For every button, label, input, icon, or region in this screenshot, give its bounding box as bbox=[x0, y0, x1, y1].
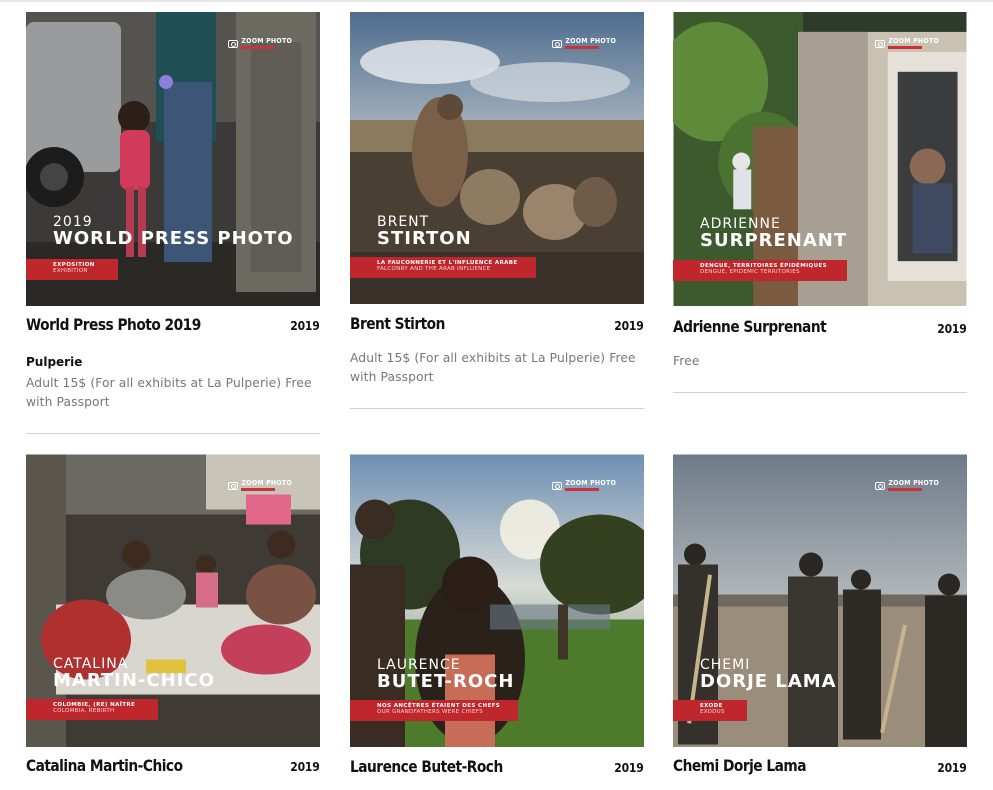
exhibit-year: 2019 bbox=[937, 322, 968, 336]
poster-band-english: FALCONRY AND THE ARAB INFLUENCE bbox=[377, 266, 491, 273]
exhibit-poster[interactable]: ZOOM PHOTO CATALINA MARTIN-CHICO COLOMBI… bbox=[26, 454, 320, 747]
poster-band-english: COLOMBIA, REBIRTH bbox=[53, 708, 115, 715]
poster-surname: BUTET-ROCH bbox=[377, 671, 515, 692]
poster-surname: MARTIN-CHICO bbox=[53, 670, 215, 691]
camera-icon bbox=[875, 39, 886, 48]
poster-subtitle-band: COLOMBIE, (RE) NAÎTRE COLOMBIA, REBIRTH bbox=[26, 699, 158, 720]
camera-icon bbox=[552, 481, 563, 490]
exhibit-price: Adult 15$ (For all exhibits at La Pulper… bbox=[350, 351, 636, 384]
camera-icon bbox=[228, 481, 239, 490]
poster-band-english: EXODUS bbox=[700, 709, 725, 716]
exhibit-title-link[interactable]: World Press Photo 2019 bbox=[26, 315, 201, 334]
logo-text: ZOOM PHOTO bbox=[888, 37, 939, 45]
exhibit-poster[interactable]: ZOOM PHOTO LAURENCE BUTET-ROCH NOS ANCÊT… bbox=[350, 454, 644, 747]
logo-text: ZOOM PHOTO bbox=[241, 37, 292, 45]
poster-subtitle-band: DENGUE, TERRITOIRES ÉPIDÉMIQUES DENGUE, … bbox=[673, 260, 847, 281]
logo-text: ZOOM PHOTO bbox=[888, 479, 939, 487]
poster-subtitle-band: EXODE EXODUS bbox=[673, 700, 747, 721]
poster-title: LAURENCE BUTET-ROCH bbox=[377, 658, 514, 693]
poster-band-english: OUR GRANDFATHERS WERE CHIEFS bbox=[377, 709, 483, 716]
poster-name: LAURENCE bbox=[377, 657, 461, 673]
logo-red-bar bbox=[241, 46, 276, 49]
logo-red-bar bbox=[565, 488, 600, 491]
exhibit-card: ZOOM PHOTO CATALINA MARTIN-CHICO COLOMBI… bbox=[26, 454, 320, 784]
poster-subtitle-band: LA FAUCONNERIE ET L'INFLUENCE ARABE FALC… bbox=[350, 257, 536, 278]
zoom-photo-logo: ZOOM PHOTO bbox=[875, 38, 939, 49]
poster-name: 2019 bbox=[53, 214, 93, 230]
camera-icon bbox=[552, 39, 563, 48]
exhibit-venue: Pulperie bbox=[26, 355, 83, 369]
exhibit-year: 2019 bbox=[290, 760, 321, 774]
camera-icon bbox=[875, 481, 886, 490]
poster-surname: SURPRENANT bbox=[700, 230, 848, 251]
poster-name: BRENT bbox=[377, 214, 430, 230]
exhibit-poster[interactable]: ZOOM PHOTO BRENT STIRTON LA FAUCONNERIE … bbox=[350, 12, 644, 304]
poster-name: ADRIENNE bbox=[700, 216, 781, 232]
poster-title: CATALINA MARTIN-CHICO bbox=[53, 657, 215, 692]
exhibit-title-link[interactable]: Laurence Butet-Roch bbox=[350, 757, 503, 776]
exhibit-price: Adult 15$ (For all exhibits at La Pulper… bbox=[26, 376, 312, 409]
poster-surname: WORLD PRESS PHOTO bbox=[53, 228, 294, 249]
zoom-photo-logo: ZOOM PHOTO bbox=[228, 38, 292, 49]
exhibit-poster[interactable]: ZOOM PHOTO ADRIENNE SURPRENANT DENGUE, T… bbox=[673, 12, 967, 307]
exhibit-card: ZOOM PHOTO ADRIENNE SURPRENANT DENGUE, T… bbox=[673, 12, 967, 394]
logo-text: ZOOM PHOTO bbox=[565, 479, 616, 487]
top-divider bbox=[0, 0, 993, 2]
zoom-photo-logo: ZOOM PHOTO bbox=[552, 38, 616, 49]
zoom-photo-logo: ZOOM PHOTO bbox=[875, 480, 939, 491]
exhibit-price: Free bbox=[673, 354, 700, 368]
logo-text: ZOOM PHOTO bbox=[241, 479, 292, 487]
exhibit-card: ZOOM PHOTO 2019 WORLD PRESS PHOTO EXPOSI… bbox=[26, 12, 320, 434]
poster-title: CHEMI DORJE LAMA bbox=[700, 658, 837, 693]
poster-surname: DORJE LAMA bbox=[700, 671, 837, 692]
exhibit-card: ZOOM PHOTO LAURENCE BUTET-ROCH NOS ANCÊT… bbox=[350, 454, 644, 784]
poster-name: CHEMI bbox=[700, 657, 751, 673]
poster-surname: STIRTON bbox=[377, 228, 472, 249]
exhibit-title-link[interactable]: Adrienne Surprenant bbox=[673, 317, 827, 336]
poster-subtitle-band: EXPOSITION EXHIBITION bbox=[26, 259, 118, 280]
exhibit-title-link[interactable]: Chemi Dorje Lama bbox=[673, 756, 807, 775]
zoom-photo-logo: ZOOM PHOTO bbox=[552, 480, 616, 491]
logo-red-bar bbox=[241, 488, 276, 491]
exhibit-title-link[interactable]: Brent Stirton bbox=[350, 314, 445, 333]
exhibit-poster[interactable]: ZOOM PHOTO 2019 WORLD PRESS PHOTO EXPOSI… bbox=[26, 12, 320, 306]
logo-red-bar bbox=[565, 46, 600, 49]
card-divider bbox=[673, 392, 967, 393]
logo-text: ZOOM PHOTO bbox=[565, 37, 616, 45]
exhibit-year: 2019 bbox=[614, 761, 645, 775]
poster-title: ADRIENNE SURPRENANT bbox=[700, 217, 847, 252]
poster-title: BRENT STIRTON bbox=[377, 215, 472, 250]
poster-band-english: EXHIBITION bbox=[53, 268, 88, 275]
card-divider bbox=[26, 433, 320, 434]
logo-red-bar bbox=[888, 46, 923, 49]
poster-band-english: DENGUE, EPIDEMIC TERRITORIES bbox=[700, 269, 800, 276]
card-divider bbox=[350, 408, 644, 409]
exhibit-year: 2019 bbox=[290, 319, 321, 333]
poster-title: 2019 WORLD PRESS PHOTO bbox=[53, 215, 294, 250]
exhibit-poster[interactable]: ZOOM PHOTO CHEMI DORJE LAMA EXODE EXODUS bbox=[673, 454, 967, 747]
poster-name: CATALINA bbox=[53, 656, 129, 672]
zoom-photo-logo: ZOOM PHOTO bbox=[228, 480, 292, 491]
exhibit-year: 2019 bbox=[614, 319, 645, 333]
exhibit-card: ZOOM PHOTO BRENT STIRTON LA FAUCONNERIE … bbox=[350, 12, 644, 410]
poster-subtitle-band: NOS ANCÊTRES ÉTAIENT DES CHEFS OUR GRAND… bbox=[350, 700, 518, 721]
camera-icon bbox=[228, 39, 239, 48]
exhibit-card: ZOOM PHOTO CHEMI DORJE LAMA EXODE EXODUS… bbox=[673, 454, 967, 784]
exhibit-year: 2019 bbox=[937, 761, 968, 775]
exhibit-title-link[interactable]: Catalina Martin-Chico bbox=[26, 756, 183, 775]
logo-red-bar bbox=[888, 488, 923, 491]
